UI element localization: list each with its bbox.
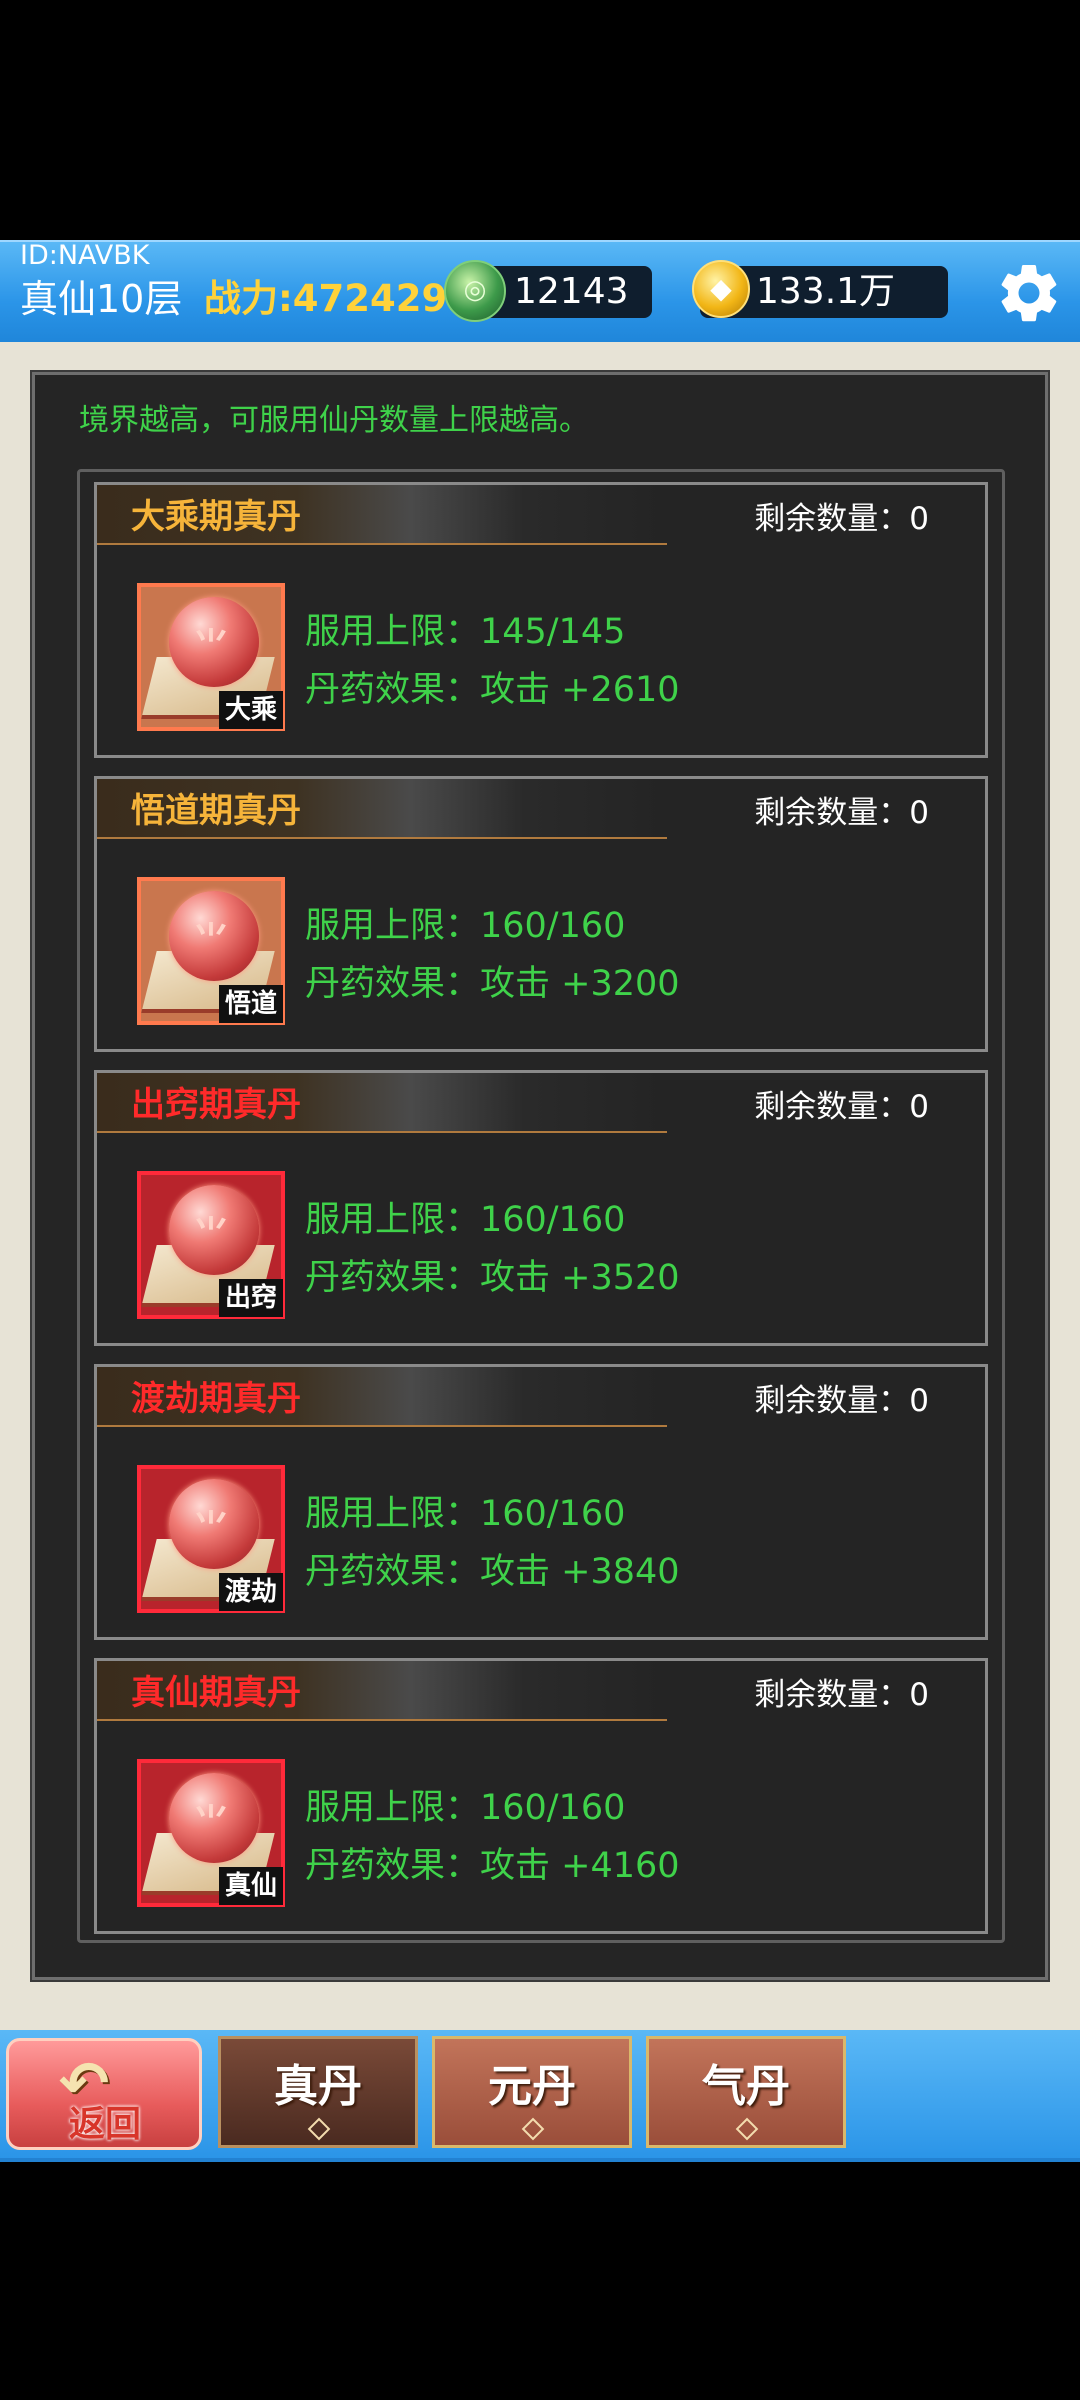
realm-tag: 大乘	[219, 691, 283, 729]
elixir-list[interactable]: 大乘期真丹 剩余数量：0 ⺌ 大乘 服用上限：145/145 丹药效果：攻击 +…	[77, 469, 1005, 1943]
realm-tag: 真仙	[219, 1867, 283, 1905]
elixir-pill-icon[interactable]: ⺌ 渡劫	[137, 1465, 285, 1613]
card-header: 大乘期真丹	[97, 485, 667, 545]
elixir-pill-icon[interactable]: ⺌ 悟道	[137, 877, 285, 1025]
card-header: 出窍期真丹	[97, 1073, 667, 1133]
elixir-card[interactable]: 大乘期真丹 剩余数量：0 ⺌ 大乘 服用上限：145/145 丹药效果：攻击 +…	[94, 482, 988, 758]
realm-tag: 悟道	[219, 985, 283, 1023]
orb-rune: ⺌	[193, 920, 230, 961]
elixir-panel: 境界越高，可服用仙丹数量上限越高。 大乘期真丹 剩余数量：0 ⺌ 大乘 服用上限…	[30, 370, 1050, 1982]
remaining-count: 剩余数量：0	[754, 1677, 929, 1713]
remaining-count: 剩余数量：0	[754, 501, 929, 537]
realm-tag: 出窍	[219, 1279, 283, 1317]
elixir-title: 渡劫期真丹	[131, 1379, 301, 1419]
elixir-title: 出窍期真丹	[131, 1085, 301, 1125]
diamond-ornament-icon	[735, 2117, 759, 2141]
bottom-tab-bar: ↶ 返回 真丹 元丹 气丹	[0, 2030, 1080, 2162]
diamond-ornament-icon	[307, 2117, 331, 2141]
card-header: 渡劫期真丹	[97, 1367, 667, 1427]
diamond-ornament-icon	[521, 2117, 545, 2141]
consume-limit: 服用上限：160/160	[305, 1200, 626, 1240]
jade-amount: 12143	[514, 271, 629, 312]
elixir-title: 大乘期真丹	[131, 497, 301, 537]
orb-rune: ⺌	[193, 1214, 230, 1255]
remaining-count: 剩余数量：0	[754, 1089, 929, 1125]
remaining-count: 剩余数量：0	[754, 1383, 929, 1419]
consume-limit: 服用上限：160/160	[305, 1494, 626, 1534]
card-header: 悟道期真丹	[97, 779, 667, 839]
jade-coin-icon: ◎	[444, 260, 506, 322]
remaining-count: 剩余数量：0	[754, 795, 929, 831]
tab-label: 元丹	[488, 2061, 576, 2112]
elixir-effect: 丹药效果：攻击 +2610	[305, 670, 680, 710]
gold-coin-icon: ◆	[692, 260, 750, 318]
elixir-card[interactable]: 真仙期真丹 剩余数量：0 ⺌ 真仙 服用上限：160/160 丹药效果：攻击 +…	[94, 1658, 988, 1934]
realm-tag: 渡劫	[219, 1573, 283, 1611]
consume-limit: 服用上限：160/160	[305, 1788, 626, 1828]
player-id: ID:NAVBK	[20, 240, 150, 271]
elixir-pill-icon[interactable]: ⺌ 出窍	[137, 1171, 285, 1319]
card-header: 真仙期真丹	[97, 1661, 667, 1721]
elixir-card[interactable]: 悟道期真丹 剩余数量：0 ⺌ 悟道 服用上限：160/160 丹药效果：攻击 +…	[94, 776, 988, 1052]
gear-icon[interactable]	[994, 258, 1064, 328]
realm-hint-text: 境界越高，可服用仙丹数量上限越高。	[79, 403, 589, 438]
consume-limit: 服用上限：145/145	[305, 612, 626, 652]
elixir-pill-icon[interactable]: ⺌ 大乘	[137, 583, 285, 731]
elixir-effect: 丹药效果：攻击 +3840	[305, 1552, 680, 1592]
cultivation-realm: 真仙10层	[20, 277, 183, 321]
elixir-card[interactable]: 渡劫期真丹 剩余数量：0 ⺌ 渡劫 服用上限：160/160 丹药效果：攻击 +…	[94, 1364, 988, 1640]
tab-qidan[interactable]: 气丹	[646, 2036, 846, 2148]
tab-zhendan[interactable]: 真丹	[218, 2036, 418, 2148]
elixir-card[interactable]: 出窍期真丹 剩余数量：0 ⺌ 出窍 服用上限：160/160 丹药效果：攻击 +…	[94, 1070, 988, 1346]
elixir-effect: 丹药效果：攻击 +4160	[305, 1846, 680, 1886]
tab-label: 真丹	[274, 2061, 362, 2112]
elixir-title: 悟道期真丹	[131, 791, 301, 831]
combat-power: 战力:4724295	[204, 277, 474, 320]
elixir-effect: 丹药效果：攻击 +3520	[305, 1258, 680, 1298]
orb-rune: ⺌	[193, 1802, 230, 1843]
elixir-title: 真仙期真丹	[131, 1673, 301, 1713]
back-label: 返回	[69, 2104, 142, 2145]
gold-amount: 133.1万	[756, 271, 896, 312]
tab-label: 气丹	[702, 2061, 790, 2112]
back-button[interactable]: ↶ 返回	[6, 2038, 202, 2150]
elixir-pill-icon[interactable]: ⺌ 真仙	[137, 1759, 285, 1907]
consume-limit: 服用上限：160/160	[305, 906, 626, 946]
orb-rune: ⺌	[193, 1508, 230, 1549]
tab-yuandan[interactable]: 元丹	[432, 2036, 632, 2148]
orb-rune: ⺌	[193, 626, 230, 667]
top-status-bar: ID:NAVBK 真仙10层 战力:4724295 ◎ 12143 ◆ 133.…	[0, 240, 1080, 342]
elixir-effect: 丹药效果：攻击 +3200	[305, 964, 680, 1004]
